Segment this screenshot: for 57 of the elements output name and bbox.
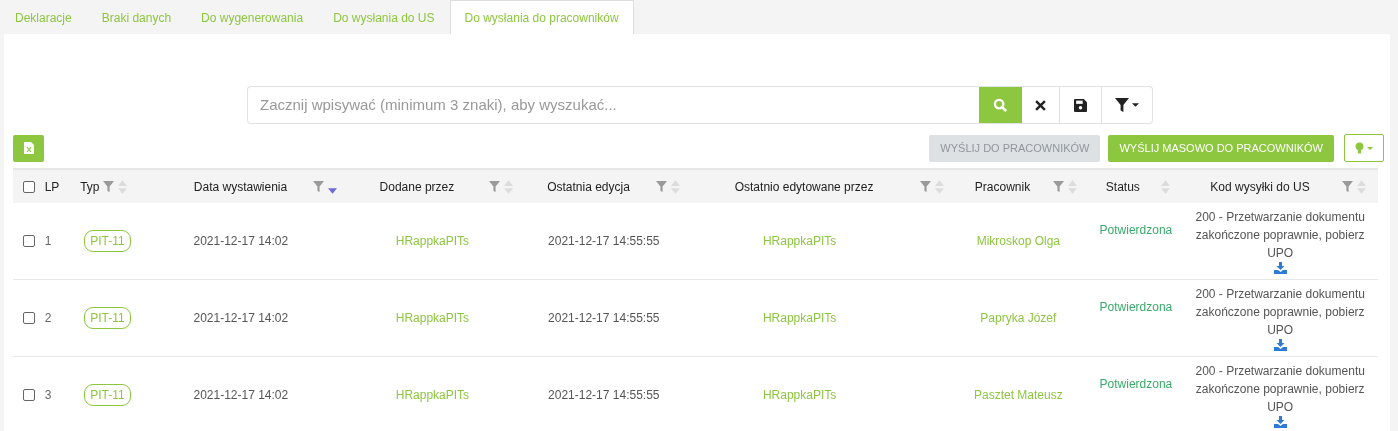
filter-icon[interactable] (1052, 181, 1064, 192)
filter-icon[interactable] (920, 181, 932, 192)
table-cell: 2021-12-17 14:02 (193, 234, 289, 248)
user-link[interactable]: HRappkaPITs (395, 388, 470, 402)
status-text: Potwierdzona (1099, 223, 1173, 237)
checkbox[interactable] (23, 180, 35, 193)
column-header: Status (1104, 178, 1141, 196)
column-header: Dodane przez (378, 178, 456, 196)
type-tag: PIT-11 (84, 307, 131, 329)
employee-link[interactable]: Mikroskop Olga (976, 234, 1061, 248)
filter-icon[interactable] (489, 181, 501, 192)
row-number: 3 (44, 388, 52, 402)
table-cell: 2021-12-17 14:55:55 (548, 388, 660, 402)
user-link[interactable]: HRappkaPITs (762, 388, 837, 402)
column-header: Kod wysyłki do US (1209, 178, 1311, 196)
row-number: 1 (44, 234, 52, 248)
user-link[interactable]: HRappkaPITs (762, 311, 837, 325)
column-header: Ostatnia edycja (546, 178, 631, 196)
type-tag: PIT-11 (84, 384, 131, 406)
download-icon[interactable] (1273, 339, 1287, 351)
status-text: Potwierdzona (1099, 300, 1173, 314)
checkbox[interactable] (23, 389, 35, 401)
send-button[interactable]: WYŚLIJ MASOWO DO PRACOWNIKÓW (1108, 134, 1334, 162)
table-cell: 2021-12-17 14:55:55 (548, 234, 660, 248)
column-header: LP (44, 178, 60, 196)
user-link[interactable]: HRappkaPITs (395, 311, 470, 325)
table-cell: 2021-12-17 14:55:55 (548, 311, 660, 325)
column-header: Pracownik (973, 178, 1032, 196)
column-header: Data wystawienia (192, 178, 289, 196)
filter-icon[interactable] (1342, 181, 1353, 192)
filter-icon[interactable] (103, 181, 115, 192)
user-link[interactable]: HRappkaPITs (395, 234, 470, 248)
spreadsheet-file-icon (23, 142, 34, 154)
caret-icon (1367, 146, 1373, 150)
column-header: Ostatnio edytowane przez (733, 178, 875, 196)
excel-export-button[interactable] (13, 134, 44, 162)
filter-icon[interactable] (312, 181, 324, 192)
status-text: Potwierdzona (1099, 377, 1173, 391)
lightbulb-icon (1355, 142, 1364, 154)
tab[interactable]: Do wysłania do pracowników (449, 0, 634, 34)
download-icon[interactable] (1273, 262, 1287, 274)
column-header: Typ (80, 178, 100, 196)
table-cell: 2021-12-17 14:02 (193, 311, 289, 325)
type-tag: PIT-11 (84, 230, 131, 252)
employee-link[interactable]: Papryka Józef (980, 311, 1057, 325)
send-code-text: 200 - Przetwarzanie dokumentu zakończone poprawnie, pobierz UPO (1194, 209, 1366, 262)
send-code-text: 200 - Przetwarzanie dokumentu zakończone poprawnie, pobierz UPO (1194, 286, 1366, 339)
row-number: 2 (44, 311, 52, 325)
tips-dropdown-button[interactable] (1344, 134, 1384, 162)
table-cell: 2021-12-17 14:02 (193, 388, 289, 402)
employee-link[interactable]: Pasztet Mateusz (974, 388, 1063, 402)
download-icon[interactable] (1273, 416, 1287, 428)
user-link[interactable]: HRappkaPITs (762, 234, 837, 248)
filter-icon[interactable] (655, 181, 667, 192)
checkbox[interactable] (23, 312, 35, 324)
checkbox[interactable] (23, 235, 35, 247)
send-code-text: 200 - Przetwarzanie dokumentu zakończone poprawnie, pobierz UPO (1194, 363, 1366, 416)
